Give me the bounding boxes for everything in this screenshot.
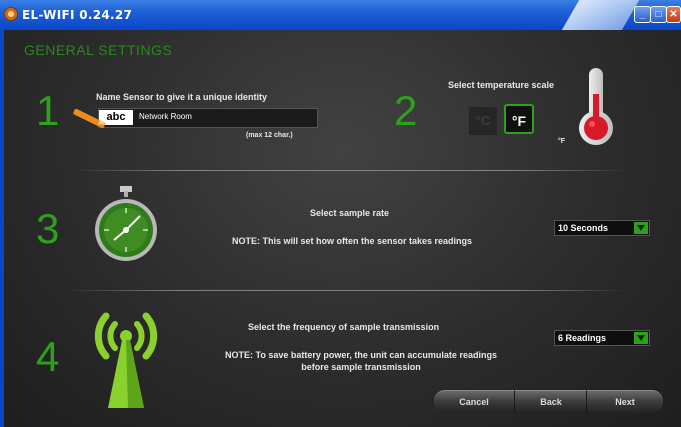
celsius-button[interactable]: °C [468,106,498,136]
transmission-frequency-label: Select the frequency of sample transmiss… [248,322,440,332]
maximize-button[interactable]: □ [650,6,667,23]
title-bar: EL-WIFI 0.24.27 _ □ ✕ [0,0,681,30]
minimize-button[interactable]: _ [634,6,651,23]
next-button[interactable]: Next [586,390,663,413]
app-icon [4,7,18,21]
step-number-2: 2 [394,87,418,134]
minimize-icon: _ [639,9,646,20]
transmission-note-1: NOTE: To save battery power, the unit ca… [225,350,497,360]
step-number-4: 4 [36,333,60,380]
maximize-icon: □ [655,9,662,20]
step-number-3: 3 [36,205,60,252]
transmission-frequency-dropdown[interactable]: 6 Readings [554,330,650,346]
fahrenheit-button[interactable]: °F [504,104,534,134]
divider-2 [64,290,628,291]
step-number-1: 1 [36,87,60,134]
transmission-frequency-value: 6 Readings [558,333,607,343]
transmission-note-2: before sample transmission [301,362,421,372]
max-char-hint: (max 12 char.) [246,132,293,139]
sample-rate-value: 10 Seconds [558,223,609,233]
wireless-tower-icon [94,312,158,408]
close-icon: ✕ [669,9,678,20]
sample-rate-label: Select sample rate [310,208,390,218]
chevron-down-icon[interactable] [634,332,648,344]
stopwatch-icon [95,186,157,261]
thermometer-icon [579,68,613,145]
cancel-button[interactable]: Cancel [434,390,514,413]
sample-rate-dropdown[interactable]: 10 Seconds [554,220,650,236]
sensor-name-input[interactable]: abc Network Room [98,108,318,128]
temperature-scale-label: Select temperature scale [448,80,555,90]
divider-1 [70,170,630,171]
sensor-name-label: Name Sensor to give it a unique identity [96,92,268,102]
close-button[interactable]: ✕ [666,6,681,23]
window-title: EL-WIFI 0.24.27 [22,8,133,22]
sample-rate-note: NOTE: This will set how often the sensor… [232,236,473,246]
back-button[interactable]: Back [514,390,587,413]
sensor-name-value: Network Room [139,112,192,121]
section-title: GENERAL SETTINGS [24,42,173,58]
selected-unit-label: °F [558,138,566,145]
chevron-down-icon[interactable] [634,222,648,234]
